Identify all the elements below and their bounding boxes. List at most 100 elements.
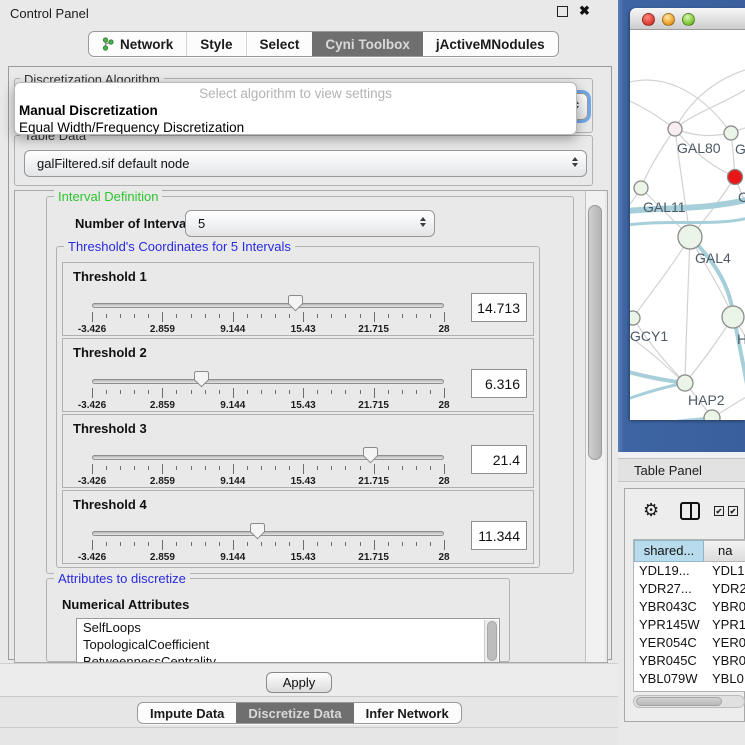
slider-thumb-icon[interactable] [250, 522, 265, 540]
cell-name: YDL1 [704, 562, 745, 580]
dropdown-option-equal-width-frequency-discretization[interactable]: Equal Width/Frequency Discretization [15, 119, 576, 135]
combo-arrows-icon [572, 157, 578, 167]
tab-cyni-toolbox[interactable]: Cyni Toolbox [312, 32, 423, 56]
cell-name: YBR0 [704, 652, 745, 670]
network-node-gal80[interactable] [668, 122, 682, 136]
tab-infer-network[interactable]: Infer Network [354, 703, 461, 723]
column-header-name[interactable]: na [704, 540, 745, 562]
apply-row: Apply [0, 663, 618, 697]
network-node-ga[interactable] [724, 126, 738, 140]
table-row[interactable]: YBR043CYBR0 [634, 598, 745, 616]
tick-label: 21.715 [358, 552, 389, 563]
slider-ticks [92, 312, 444, 324]
tick-label: 2.859 [150, 400, 175, 411]
list-item-selfloops[interactable]: SelfLoops [77, 619, 499, 636]
network-window-titlebar[interactable] [630, 8, 745, 30]
interval-definition-title: Interval Definition [54, 189, 162, 204]
gear-icon[interactable]: ⚙ [643, 501, 659, 519]
threshold-value-field[interactable] [471, 293, 527, 322]
node-label: H [737, 331, 745, 347]
threshold-slider[interactable]: -3.4262.8599.14415.4321.71528 [92, 443, 444, 489]
mac-minimize-icon[interactable] [662, 13, 675, 26]
tick-label: 28 [438, 400, 449, 411]
tab-select[interactable]: Select [246, 32, 313, 56]
number-of-intervals-label: Number of Intervals [75, 216, 197, 231]
tab-label: Infer Network [366, 706, 449, 721]
table-data-value: galFiltered.sif default node [37, 156, 189, 171]
slider-thumb-icon[interactable] [363, 446, 378, 464]
cell-shared-name: YBL079W [634, 670, 704, 688]
columns-icon[interactable] [680, 502, 700, 520]
table-row[interactable]: YLR345WYLR3 [634, 688, 745, 692]
table-row[interactable]: YBR045CYBR0 [634, 652, 745, 670]
tab-jactivemnodules[interactable]: jActiveMNodules [423, 32, 558, 56]
cell-shared-name: YBR043C [634, 598, 704, 616]
tab-style[interactable]: Style [186, 32, 245, 56]
dropdown-prompt[interactable]: Select algorithm to view settings [15, 85, 576, 102]
threshold-slider[interactable]: -3.4262.8599.14415.4321.71528 [92, 291, 444, 337]
combo-arrows-icon [420, 217, 426, 227]
table-data-combobox[interactable]: galFiltered.sif default node [24, 150, 587, 177]
tab-label: Style [200, 37, 232, 52]
slider-track[interactable] [92, 455, 444, 460]
slider-track[interactable] [92, 303, 444, 308]
threshold-value-field[interactable] [471, 369, 527, 398]
threshold-value-field[interactable] [471, 521, 527, 550]
network-node-c[interactable] [728, 170, 743, 185]
settings-scrollbar-thumb[interactable] [588, 205, 602, 460]
network-node-gcy1[interactable] [630, 311, 640, 325]
tab-discretize-data[interactable]: Discretize Data [236, 703, 353, 723]
table-row[interactable]: YPR145WYPR1 [634, 616, 745, 634]
list-item-topologicalcoefficient[interactable]: TopologicalCoefficient [77, 636, 499, 653]
number-of-intervals-combobox[interactable]: 5 [185, 210, 435, 237]
table-row[interactable]: YER054CYER0 [634, 634, 745, 652]
network-node[interactable] [704, 410, 720, 420]
slider-ticks [92, 464, 444, 476]
cell-name: YBL0 [704, 670, 745, 688]
slider-ticks [92, 388, 444, 400]
network-node-hap2[interactable] [677, 375, 693, 391]
threshold-label: Threshold 3 [73, 421, 147, 436]
threshold-slider[interactable]: -3.4262.8599.14415.4321.71528 [92, 519, 444, 565]
checkbox-icon[interactable]: ✔ [714, 506, 724, 516]
cell-name: YBR0 [704, 598, 745, 616]
list-scrollbar[interactable] [484, 620, 498, 663]
tick-label: -3.426 [78, 324, 106, 335]
apply-button[interactable]: Apply [266, 672, 332, 693]
network-node-h[interactable] [722, 306, 744, 328]
threshold-value-field[interactable] [471, 445, 527, 474]
node-table[interactable]: shared...na YDL19...YDL1YDR27...YDR2YBR0… [633, 539, 745, 692]
tab-network[interactable]: Network [89, 32, 186, 56]
checkbox-icon[interactable]: ✔ [728, 506, 738, 516]
top-tab-bar: Network Style SelectCyni ToolboxjActiveMNo… [88, 31, 559, 57]
slider-ticks [92, 540, 444, 552]
slider-track[interactable] [92, 379, 444, 384]
cell-shared-name: YER054C [634, 634, 704, 652]
table-row[interactable]: YBL079WYBL0 [634, 670, 745, 688]
slider-track[interactable] [92, 531, 444, 536]
numerical-attributes-list[interactable]: SelfLoopsTopologicalCoefficientBetweenne… [76, 618, 500, 663]
column-header-shared-name[interactable]: shared... [634, 540, 704, 562]
close-icon[interactable]: ✖ [579, 3, 590, 19]
network-canvas[interactable]: GAL80GACGAL11GAL4GCY1HHAP2 [630, 30, 745, 420]
mac-zoom-icon[interactable] [682, 13, 695, 26]
threshold-slider[interactable]: -3.4262.8599.14415.4321.71528 [92, 367, 444, 413]
list-item-betweennesscentrality[interactable]: BetweennessCentrality [77, 653, 499, 663]
tick-label: 28 [438, 552, 449, 563]
network-node-gal11[interactable] [634, 181, 648, 195]
table-hscrollbar[interactable] [633, 695, 745, 708]
slider-thumb-icon[interactable] [288, 294, 303, 312]
float-window-icon[interactable] [557, 6, 568, 17]
tab-impute-data[interactable]: Impute Data [138, 703, 236, 723]
tick-label: 9.144 [220, 400, 245, 411]
table-row[interactable]: YDL19...YDL1 [634, 562, 745, 580]
cell-name: YER0 [704, 634, 745, 652]
table-panel-inner: ⚙ ✔ ✔ shared...na YDL19...YDL1YDR27...YD… [624, 488, 745, 722]
slider-thumb-icon[interactable] [194, 370, 209, 388]
network-node-gal4[interactable] [678, 225, 702, 249]
node-label: GA [735, 141, 745, 157]
table-row[interactable]: YDR27...YDR2 [634, 580, 745, 598]
mac-close-icon[interactable] [642, 13, 655, 26]
dropdown-option-manual-discretization[interactable]: Manual Discretization [15, 102, 576, 119]
table-panel-title: Table Panel [634, 463, 702, 478]
